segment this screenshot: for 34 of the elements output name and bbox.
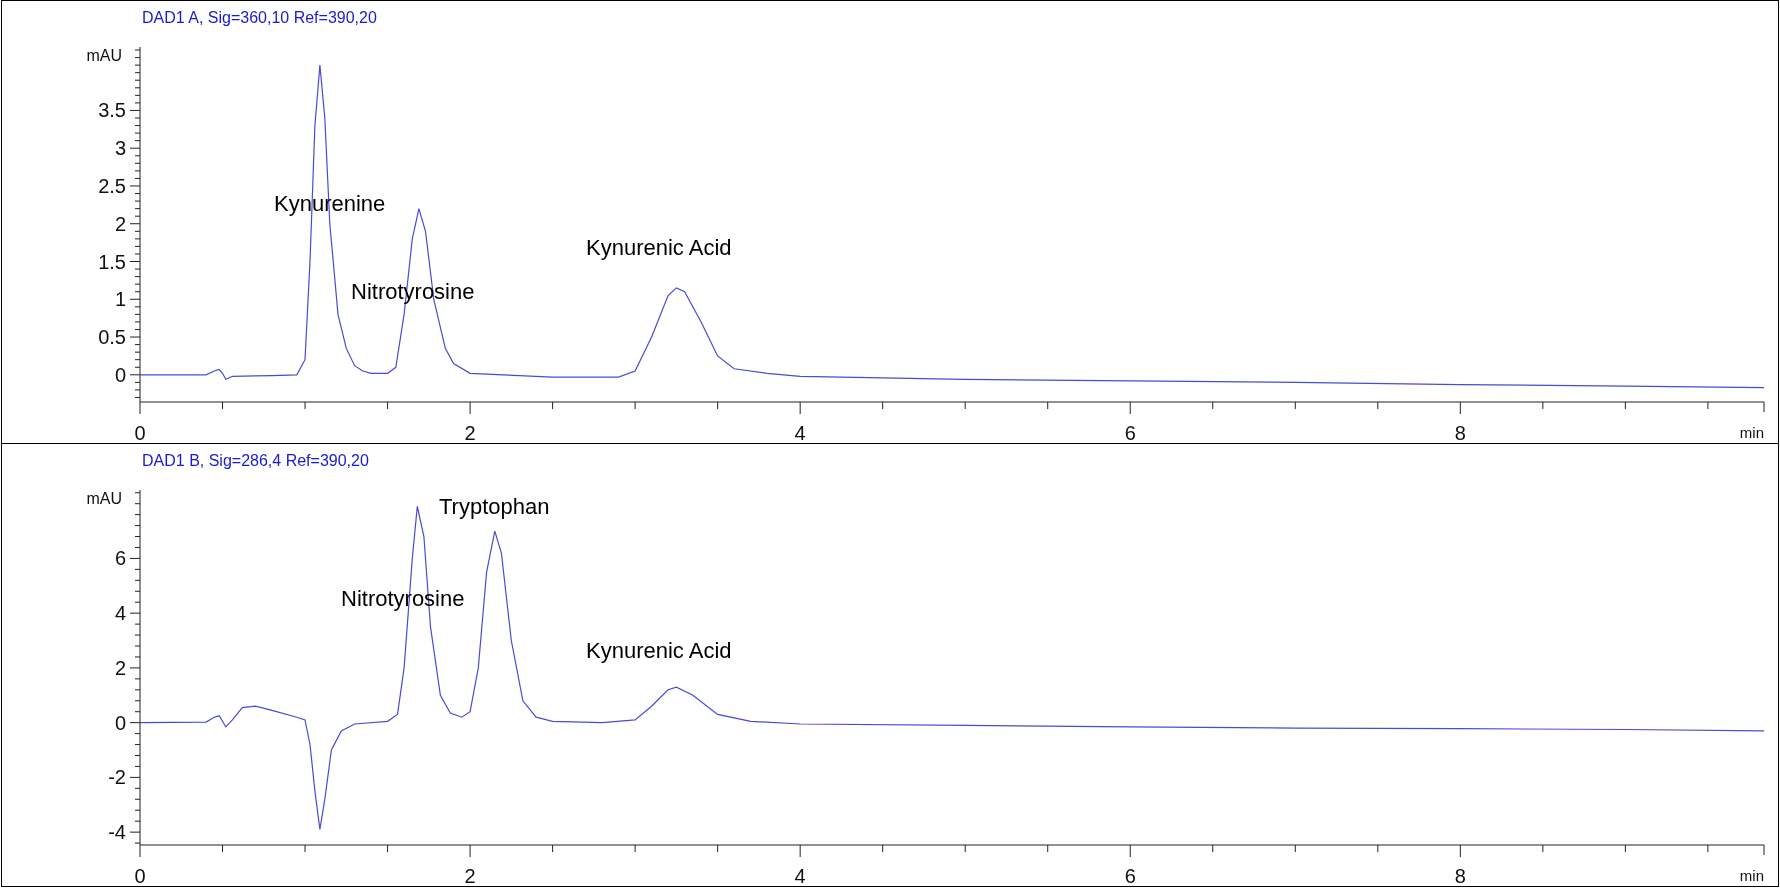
axis-label: min bbox=[1739, 867, 1764, 884]
axis-label: mAU bbox=[86, 490, 122, 507]
chart-title: DAD1 B, Sig=286,4 Ref=390,20 bbox=[142, 452, 369, 469]
tick-label: 0.5 bbox=[98, 326, 126, 349]
tick-label: 6 bbox=[1124, 422, 1136, 443]
tick-label: 2.5 bbox=[98, 175, 126, 197]
tick-label: 6 bbox=[1124, 865, 1136, 886]
tick-label: 0 bbox=[134, 422, 146, 443]
tick-label: 1 bbox=[114, 288, 126, 311]
peak-label: Kynurenine bbox=[274, 191, 386, 216]
tick-label: 2 bbox=[464, 422, 476, 443]
peak-label: Kynurenic Acid bbox=[586, 638, 732, 663]
axis-label: mAU bbox=[86, 47, 122, 64]
tick-label: 6 bbox=[114, 547, 126, 570]
tick-label: -4 bbox=[108, 821, 126, 844]
tick-label: 4 bbox=[794, 422, 806, 443]
tick-label: 3 bbox=[114, 137, 126, 160]
peak-label: Tryptophan bbox=[439, 494, 550, 519]
tick-label: 8 bbox=[1454, 865, 1466, 886]
tick-label: 0 bbox=[114, 711, 126, 734]
tick-label: 3.5 bbox=[98, 99, 126, 122]
chart-title: DAD1 A, Sig=360,10 Ref=390,20 bbox=[142, 9, 377, 26]
peak-label: Kynurenic Acid bbox=[586, 235, 732, 260]
tick-label: 2 bbox=[464, 865, 476, 886]
tick-label: 0 bbox=[134, 865, 146, 886]
tick-label: 4 bbox=[114, 602, 126, 625]
tick-label: 2 bbox=[114, 212, 126, 235]
tick-label: 0 bbox=[114, 363, 126, 386]
tick-label: 1.5 bbox=[98, 250, 126, 273]
tick-label: 8 bbox=[1454, 422, 1466, 443]
tick-label: 2 bbox=[114, 656, 126, 679]
axis-label: min bbox=[1739, 424, 1764, 441]
tick-label: -2 bbox=[108, 766, 126, 789]
tick-label: 4 bbox=[794, 865, 806, 886]
